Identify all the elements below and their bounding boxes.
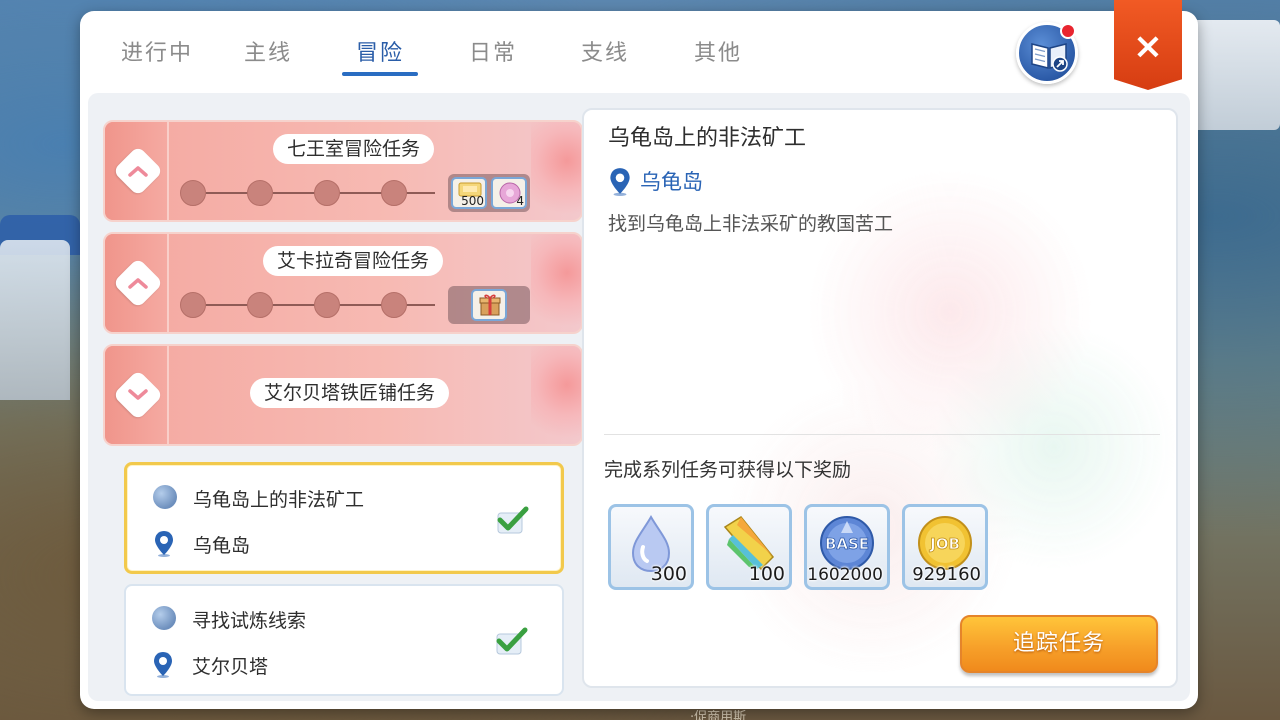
group-rewards xyxy=(448,286,530,324)
background-building xyxy=(1185,20,1280,130)
checkmark-icon xyxy=(497,506,529,534)
tab-side[interactable]: 支线 xyxy=(560,35,650,69)
svg-text:JOB: JOB xyxy=(929,535,960,553)
reward-value: 300 xyxy=(650,563,687,585)
reward-count: 4 xyxy=(516,194,524,208)
location-pin-icon xyxy=(610,168,630,196)
flower-decoration xyxy=(531,234,581,332)
background-house xyxy=(0,240,70,400)
reward-job-exp[interactable]: JOB 929160 xyxy=(902,504,988,590)
group-toggle-area xyxy=(105,122,169,220)
group-toggle-area xyxy=(105,234,169,332)
detail-description: 找到乌龟岛上非法采矿的教国苦工 xyxy=(608,213,894,235)
quest-group-seven-royal[interactable]: 七王室冒险任务 500 4 xyxy=(103,120,583,222)
tab-other[interactable]: 其他 xyxy=(673,35,763,69)
quest-item[interactable]: 寻找试炼线索 艾尔贝塔 xyxy=(124,584,564,696)
expand-button[interactable] xyxy=(112,369,164,421)
quest-detail-panel: 乌龟岛上的非法矿工 乌龟岛 找到乌龟岛上非法采矿的教国苦工 完成系列任务可获得以… xyxy=(582,108,1178,688)
ticket-reward[interactable]: 500 xyxy=(451,177,487,209)
progress-node xyxy=(314,292,340,318)
divider xyxy=(604,434,1160,435)
reward-crystal[interactable]: 100 xyxy=(706,504,792,590)
progress-connector xyxy=(273,304,315,306)
quest-item-name: 乌龟岛上的非法矿工 xyxy=(193,489,365,511)
book-icon xyxy=(1031,43,1068,72)
progress-connector xyxy=(273,192,315,194)
svg-text:BASE: BASE xyxy=(825,535,869,553)
progress-node xyxy=(247,292,273,318)
reward-value: 929160 xyxy=(912,564,981,585)
group-toggle-area xyxy=(105,346,169,444)
progress-node xyxy=(381,180,407,206)
progress-node xyxy=(247,180,273,206)
quest-group-title: 艾卡拉奇冒险任务 xyxy=(263,246,444,276)
tab-adventure[interactable]: 冒险 xyxy=(335,35,425,69)
progress-node xyxy=(180,292,206,318)
close-icon: × xyxy=(1132,26,1164,67)
location-pin-icon xyxy=(155,531,173,557)
globe-icon xyxy=(153,485,177,509)
quest-item-location: 乌龟岛 xyxy=(193,535,251,557)
notification-dot xyxy=(1060,23,1076,39)
group-rewards: 500 4 xyxy=(448,174,530,212)
active-tab-indicator xyxy=(342,72,418,76)
quest-panel: 进行中 主线 冒险 日常 支线 其他 × 七王室冒险任务 500 4 艾卡拉奇冒… xyxy=(80,0,1198,709)
reward-count: 500 xyxy=(461,194,484,208)
progress-track xyxy=(180,290,435,320)
progress-track xyxy=(180,178,435,208)
detail-location[interactable]: 乌龟岛 xyxy=(640,166,703,196)
flower-decoration xyxy=(531,346,581,444)
tab-main[interactable]: 主线 xyxy=(223,35,313,69)
quest-group-title: 艾尔贝塔铁匠铺任务 xyxy=(250,378,450,408)
chest-reward[interactable] xyxy=(471,289,507,321)
progress-connector xyxy=(340,192,382,194)
progress-connector xyxy=(340,304,382,306)
reward-droplet[interactable]: 300 xyxy=(608,504,694,590)
location-pin-icon xyxy=(154,652,172,678)
globe-icon xyxy=(152,606,176,630)
progress-node xyxy=(381,292,407,318)
tab-in-progress[interactable]: 进行中 xyxy=(112,35,202,69)
close-button[interactable]: × xyxy=(1114,0,1182,90)
quest-item-location: 艾尔贝塔 xyxy=(192,656,269,678)
checkmark-icon xyxy=(496,627,528,655)
quest-group-title: 七王室冒险任务 xyxy=(273,134,435,164)
progress-connector xyxy=(407,304,435,306)
collapse-button[interactable] xyxy=(112,145,164,197)
reward-section-title: 完成系列任务可获得以下奖励 xyxy=(604,459,852,481)
progress-connector xyxy=(407,192,435,194)
quest-group-elberta-smith[interactable]: 艾尔贝塔铁匠铺任务 xyxy=(103,344,583,446)
collapse-button[interactable] xyxy=(112,257,164,309)
progress-connector xyxy=(206,304,248,306)
tab-daily[interactable]: 日常 xyxy=(448,35,538,69)
progress-node xyxy=(314,180,340,206)
gift-box-icon xyxy=(479,294,501,316)
chevron-down-icon xyxy=(128,389,148,400)
detail-title: 乌龟岛上的非法矿工 xyxy=(608,126,807,151)
reward-value: 100 xyxy=(748,563,785,585)
reward-value: 1602000 xyxy=(807,565,883,585)
progress-connector xyxy=(206,192,248,194)
progress-node xyxy=(180,180,206,206)
chevron-up-icon xyxy=(128,166,148,177)
reward-base-exp[interactable]: BASE 1602000 xyxy=(804,504,890,590)
track-quest-button[interactable]: 追踪任务 xyxy=(960,615,1158,673)
quest-item-selected[interactable]: 乌龟岛上的非法矿工 乌龟岛 xyxy=(124,462,564,574)
flower-decoration xyxy=(531,122,581,220)
quest-item-name: 寻找试炼线索 xyxy=(192,610,307,632)
chevron-up-icon xyxy=(128,278,148,289)
quest-group-ekarach[interactable]: 艾卡拉奇冒险任务 xyxy=(103,232,583,334)
card-reward[interactable]: 4 xyxy=(491,177,527,209)
